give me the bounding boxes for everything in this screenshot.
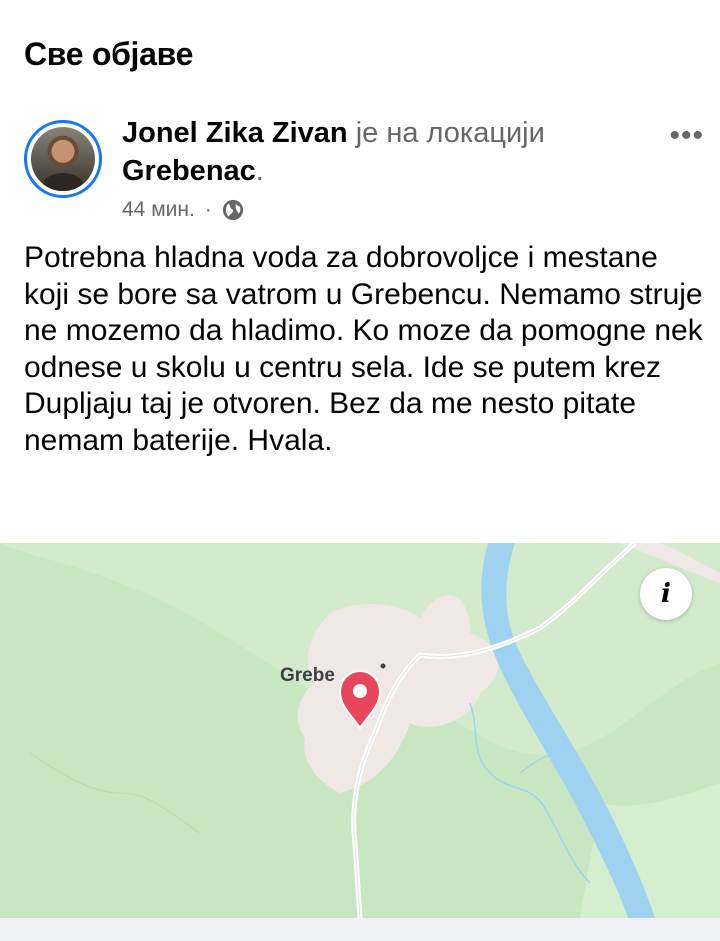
location-action-text: је на локацији bbox=[347, 117, 545, 149]
post-header: Jonel Zika Zivan је на локацији Grebenac… bbox=[24, 112, 704, 232]
post-timestamp[interactable]: 44 мин. bbox=[122, 198, 195, 222]
post-meta: 44 мин. · bbox=[122, 198, 244, 222]
map-pin-icon bbox=[338, 669, 382, 730]
location-map[interactable] bbox=[0, 543, 720, 918]
map-info-button[interactable]: i bbox=[640, 568, 692, 620]
avatar[interactable] bbox=[24, 120, 102, 198]
page-title: Све објаве bbox=[24, 36, 194, 72]
post-headline: Jonel Zika Zivan је на локацији Grebenac… bbox=[122, 114, 642, 190]
globe-icon[interactable] bbox=[222, 199, 244, 221]
profile-photo bbox=[31, 127, 95, 191]
meta-separator: · bbox=[204, 198, 212, 221]
location-suffix: . bbox=[255, 155, 264, 187]
more-options-icon[interactable]: ••• bbox=[669, 121, 704, 151]
bottom-divider bbox=[0, 918, 720, 941]
location-link[interactable]: Grebenac bbox=[122, 155, 256, 187]
author-name[interactable]: Jonel Zika Zivan bbox=[122, 117, 348, 149]
map-place-label: Grebe bbox=[280, 665, 335, 686]
post-body-text: Potrebna hladna voda za dobrovoljce i me… bbox=[24, 241, 703, 457]
map-graphic bbox=[0, 543, 720, 918]
